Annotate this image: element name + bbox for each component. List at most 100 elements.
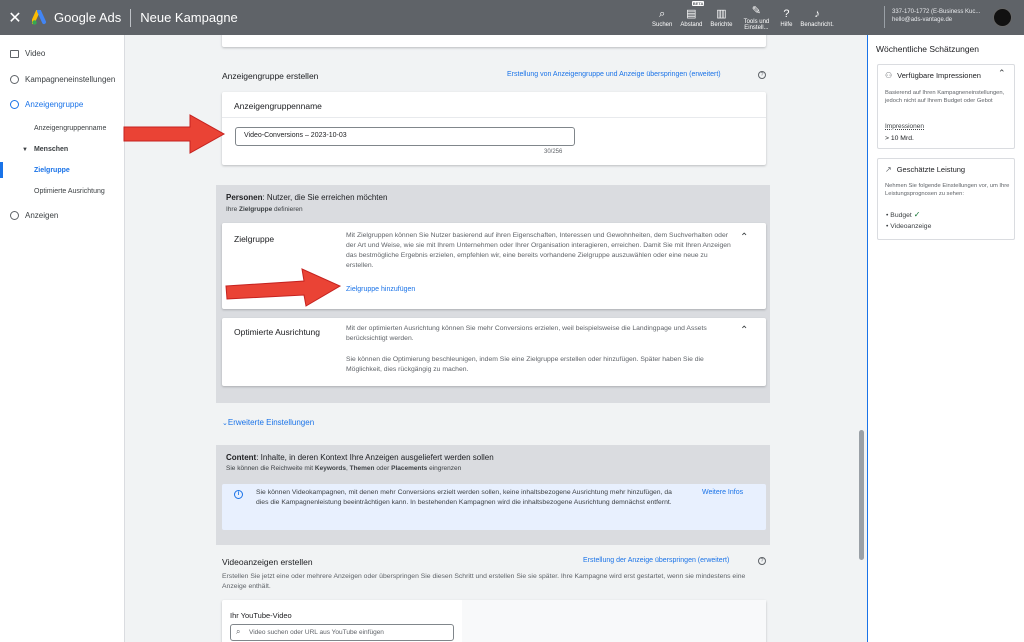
sidebar-sub-people[interactable]: ▼ Menschen	[22, 146, 68, 153]
youtube-search-input[interactable]: ⌕ Video suchen oder URL aus YouTube einf…	[230, 624, 454, 641]
header-divider	[130, 8, 132, 27]
people-title-rest: : Nutzer, die Sie erreichen möchten	[262, 193, 388, 202]
close-icon[interactable]: ✕	[0, 8, 30, 28]
youtube-video-card: Ihr YouTube-Video ⌕ Video suchen oder UR…	[222, 600, 766, 642]
youtube-search-placeholder: Video suchen oder URL aus YouTube einfüg…	[249, 629, 384, 636]
sidebar-item-label: Kampagneneinstellungen	[25, 75, 116, 84]
help-icon: ?	[783, 7, 790, 20]
people-title: Personen: Nutzer, die Sie erreichen möch…	[226, 193, 387, 202]
reports-icon: ▥	[716, 7, 727, 20]
sidebar-item-adgroup[interactable]: Anzeigengruppe	[10, 100, 83, 109]
content-sub-topics: Themen	[349, 465, 375, 472]
content-sub-post: eingrenzen	[427, 465, 462, 472]
performance-header: ↗ Geschätzte Leistung	[885, 165, 965, 174]
previous-card	[222, 35, 766, 47]
people-sub-post: definieren	[272, 206, 303, 213]
page-title: Neue Kampagne	[140, 10, 238, 25]
advanced-settings-toggle[interactable]: ⌄Erweiterte Einstellungen	[222, 418, 314, 427]
check-icon: ✓	[913, 210, 921, 219]
appearance-label: Abstand	[680, 21, 703, 28]
main-content: Anzeigengruppe erstellen Erstellung von …	[126, 35, 866, 642]
help-icon[interactable]: ?	[758, 71, 766, 79]
adgroup-name-label: Anzeigengruppenname	[234, 101, 322, 111]
chevron-up-icon[interactable]: ⌃	[740, 325, 748, 336]
people-sub-bold: Zielgruppe	[239, 206, 273, 213]
impressions-header: ⚇ Verfügbare Impressionen	[885, 71, 981, 80]
sidebar-sub-optimized[interactable]: Optimierte Ausrichtung	[34, 188, 105, 195]
info-icon: i	[234, 490, 243, 499]
perf-item-label: Videoanzeige	[890, 223, 932, 230]
appearance-button[interactable]: ▤ BETA Abstand	[680, 0, 705, 35]
sidebar-item-campaign-settings[interactable]: Kampagneneinstellungen	[10, 75, 115, 84]
chevron-up-icon[interactable]: ⌃	[740, 232, 748, 243]
content-sub-sep2: oder	[374, 465, 392, 472]
impressions-description: Basierend auf Ihren Kampagneneinstellung…	[885, 90, 1005, 104]
account-email: hello@ads-vantage.de	[892, 17, 953, 23]
sidebar-sub-audience[interactable]: Zielgruppe	[34, 167, 70, 174]
help-icon[interactable]: ?	[758, 557, 766, 565]
content-section: Content: Inhalte, in deren Kontext Ihre …	[216, 445, 770, 545]
beta-badge: BETA	[691, 1, 705, 6]
sidebar-item-video[interactable]: Video	[10, 49, 45, 58]
search-label: Suchen	[652, 21, 673, 28]
sidebar-item-label: Video	[25, 49, 46, 58]
brand-name: Google Ads	[54, 10, 122, 25]
reports-button[interactable]: ▥ Berichte	[710, 0, 732, 35]
avatar[interactable]	[993, 8, 1012, 27]
info-banner: i Sie können Videokampagnen, mit denen m…	[222, 484, 766, 530]
content-title: Content: Inhalte, in deren Kontext Ihre …	[226, 453, 494, 462]
optimized-description-2: Sie können die Optimierung beschleunigen…	[346, 356, 704, 373]
skip-adgroup-link[interactable]: Erstellung von Anzeigengruppe und Anzeig…	[507, 71, 721, 78]
main-scrollbar[interactable]	[859, 430, 864, 560]
annotation-arrow-name	[123, 114, 226, 154]
adgroup-section-title: Anzeigengruppe erstellen	[222, 71, 319, 81]
estimates-panel: Wöchentliche Schätzungen ⚇ Verfügbare Imp…	[867, 35, 1024, 642]
account-info[interactable]: 337-170-1772 (E-Business Kuc... hello@ad…	[892, 8, 980, 24]
sidebar-sub-adgroup-name[interactable]: Anzeigengruppenname	[34, 125, 106, 132]
search-icon: ⌕	[236, 627, 241, 636]
sidebar-item-label: Anzeigengruppe	[25, 100, 84, 109]
selected-indicator	[0, 162, 3, 178]
sidebar-item-ads[interactable]: Anzeigen	[10, 211, 58, 220]
account-divider	[884, 6, 885, 28]
impressions-label[interactable]: Impressionen	[885, 123, 924, 131]
sidebar-sub-people-label: Menschen	[33, 146, 69, 153]
trend-icon: ↗	[885, 165, 892, 174]
add-audience-link[interactable]: Zielgruppe hinzufügen	[346, 286, 415, 293]
impressions-title: Verfügbare Impressionen	[897, 71, 981, 80]
bell-icon: ♪	[814, 7, 820, 20]
step-circle-icon	[10, 100, 19, 109]
appearance-icon: ▤	[686, 7, 697, 20]
toolbar: ⌕ Suchen ▤ BETA Abstand ▥ Berichte ✎ Too…	[652, 0, 842, 35]
char-counter: 30/256	[544, 149, 563, 155]
people-subtitle: Ihre Zielgruppe definieren	[226, 206, 303, 213]
chevron-up-icon[interactable]: ⌃	[998, 68, 1006, 79]
step-circle-icon	[10, 211, 19, 220]
content-title-bold: Content	[226, 453, 257, 462]
reports-label: Berichte	[710, 21, 733, 28]
available-impressions-card: ⚇ Verfügbare Impressionen ⌃ Basierend auf…	[877, 64, 1015, 149]
audience-description: Mit Zielgruppen können Sie Nutzer basier…	[346, 232, 731, 269]
skip-ad-link[interactable]: Erstellung der Anzeige überspringen (erw…	[583, 557, 729, 564]
info-text: Sie können Videokampagnen, mit denen meh…	[256, 489, 672, 506]
adgroup-name-input[interactable]: Video-Conversions – 2023-10-03	[235, 127, 575, 146]
people-sub-pre: Ihre	[226, 206, 240, 213]
optimized-title: Optimierte Ausrichtung	[234, 327, 320, 337]
content-sub-pre: Sie können die Reichweite mit	[226, 465, 315, 472]
notifications-label: Benachricht.	[800, 21, 834, 28]
content-sub-keywords: Keywords	[314, 465, 346, 472]
perf-item-video-ad: • Videoanzeige	[886, 223, 932, 230]
notifications-button[interactable]: ♪ Benachricht.	[800, 0, 833, 35]
step-circle-icon	[10, 75, 19, 84]
account-id: 337-170-1772 (E-Business Kuc...	[892, 9, 981, 15]
preview-area	[462, 600, 766, 642]
youtube-video-label: Ihr YouTube-Video	[230, 611, 292, 620]
sidebar: Video Kampagneneinstellungen Anzeigengru…	[0, 35, 125, 642]
optimized-targeting-card: Optimierte Ausrichtung Mit der optimiert…	[222, 318, 766, 386]
perf-item-budget: • Budget ✓	[886, 210, 921, 219]
help-button[interactable]: ? Hilfe	[780, 0, 792, 35]
learn-more-link[interactable]: Weitere Infos	[702, 489, 743, 496]
optimized-description-1: Mit der optimierten Ausrichtung können S…	[346, 325, 707, 342]
search-button[interactable]: ⌕ Suchen	[652, 0, 672, 35]
tools-button[interactable]: ✎ Tools und Einstell...	[740, 0, 772, 35]
